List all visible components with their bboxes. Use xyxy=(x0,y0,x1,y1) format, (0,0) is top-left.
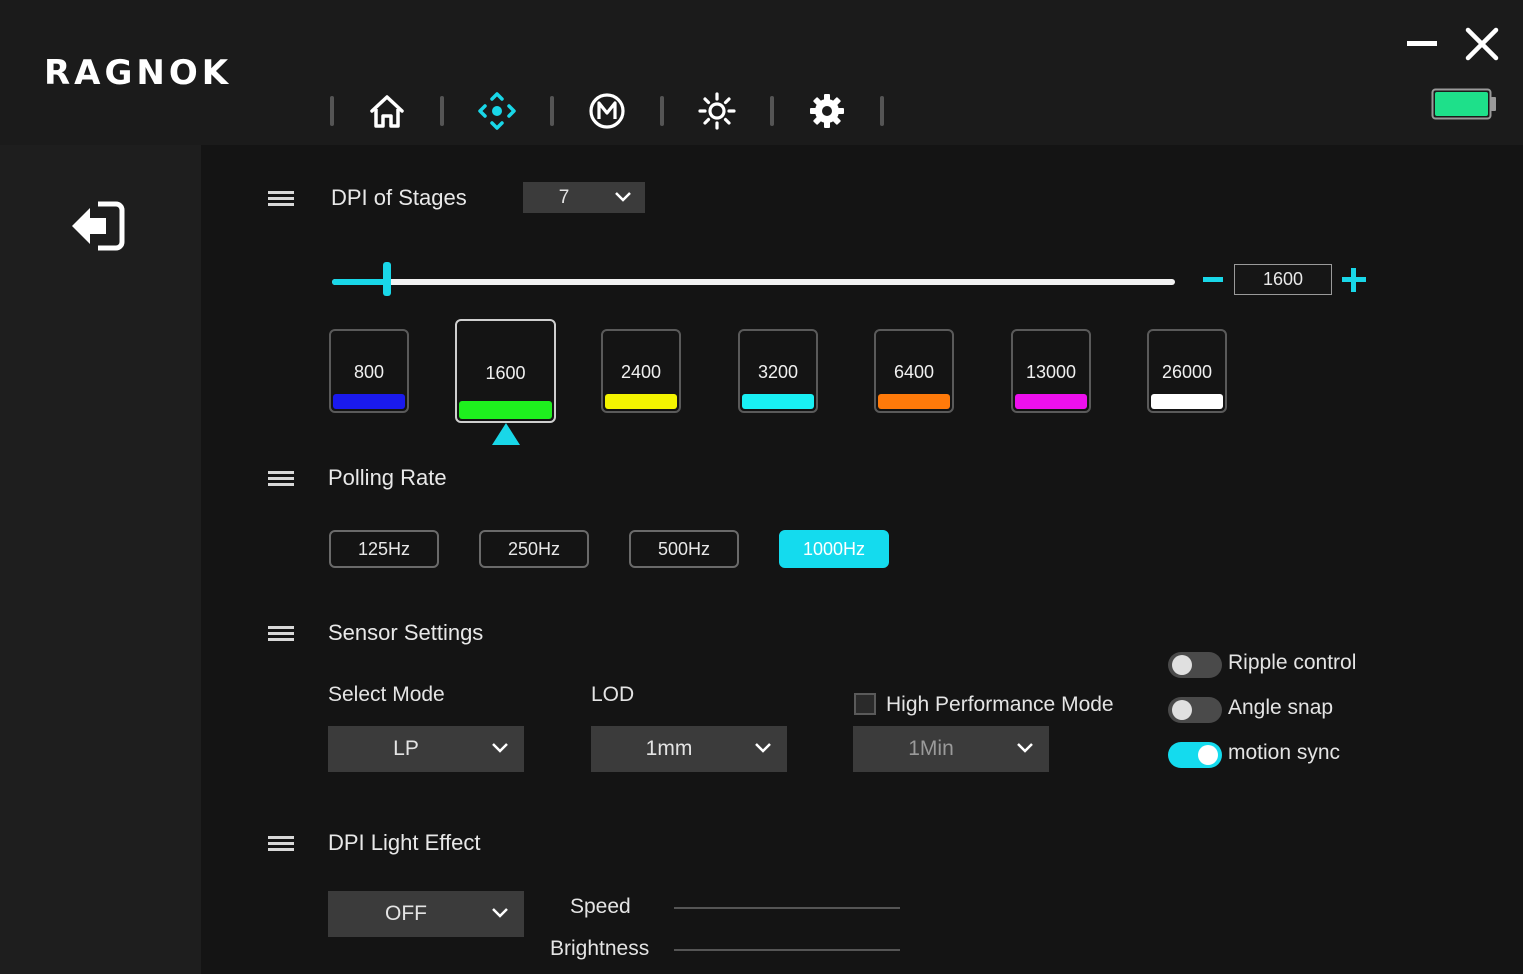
toggle-knob xyxy=(1172,655,1192,675)
nav-macro[interactable] xyxy=(554,88,660,134)
dpi-stage-value: 2400 xyxy=(620,362,662,382)
light-effect-dropdown[interactable]: OFF xyxy=(328,891,524,937)
lod-label: LOD xyxy=(591,683,635,706)
select-mode-dropdown[interactable]: LP xyxy=(328,726,524,772)
polling-rate-button[interactable]: 500Hz xyxy=(629,530,739,568)
toggle-switch[interactable] xyxy=(1168,742,1222,768)
high-performance-label: High Performance Mode xyxy=(886,693,1114,716)
close-icon xyxy=(1465,27,1499,61)
high-performance-checkbox[interactable] xyxy=(854,693,876,715)
dpi-stage-3200[interactable]: 3200 xyxy=(738,329,818,413)
polling-rate-button[interactable]: 1000Hz xyxy=(779,530,889,568)
dpi-stage-800[interactable]: 800 xyxy=(329,329,409,413)
chevron-down-icon xyxy=(1017,743,1033,753)
polling-rate-button[interactable]: 250Hz xyxy=(479,530,589,568)
selected-stage-marker xyxy=(492,423,520,445)
dpi-decrease-button[interactable] xyxy=(1203,277,1223,282)
dpi-slider[interactable] xyxy=(332,262,1175,296)
dpi-stage-value: 800 xyxy=(353,362,385,382)
app-logo: RAGNOK xyxy=(44,53,233,93)
dpi-stages-dropdown[interactable]: 7 xyxy=(523,182,645,213)
home-icon xyxy=(370,95,404,128)
brightness-slider[interactable] xyxy=(674,949,900,951)
light-sun-icon xyxy=(698,92,736,130)
dpi-stage-value: 13000 xyxy=(1025,362,1077,382)
nav-home[interactable] xyxy=(334,88,440,134)
dpi-stage-2400[interactable]: 2400 xyxy=(601,329,681,413)
high-performance-value: 1Min xyxy=(908,737,954,760)
minimize-button[interactable] xyxy=(1405,30,1439,58)
dpi-stage-color-bar xyxy=(878,394,950,409)
dpi-stage-color-bar xyxy=(1015,394,1087,409)
toggle-label: motion sync xyxy=(1228,741,1341,764)
back-exit-button[interactable] xyxy=(68,200,128,252)
top-nav xyxy=(330,88,884,134)
dpi-stage-color-bar xyxy=(333,394,405,409)
speed-label: Speed xyxy=(570,895,631,918)
dpi-stage-1600[interactable]: 1600 xyxy=(455,319,556,423)
chevron-down-icon xyxy=(615,191,631,202)
battery-level xyxy=(1435,92,1488,116)
list-icon xyxy=(268,626,294,646)
toggle-label: Angle snap xyxy=(1228,696,1334,719)
light-section-title: DPI Light Effect xyxy=(328,830,481,855)
close-button[interactable] xyxy=(1464,26,1500,62)
list-icon xyxy=(268,191,294,211)
polling-rate-button[interactable]: 125Hz xyxy=(329,530,439,568)
high-performance-dropdown[interactable]: 1Min xyxy=(853,726,1049,772)
dpi-slider-fill xyxy=(332,279,387,285)
dpi-increase-button[interactable] xyxy=(1342,268,1366,292)
light-effect-value: OFF xyxy=(385,902,427,925)
sensor-section-title: Sensor Settings xyxy=(328,620,484,645)
dpi-value-input[interactable] xyxy=(1234,264,1332,295)
nav-divider xyxy=(880,96,884,126)
main-panel: DPI of Stages 7 800 1600 2400 3200 6400 13000… xyxy=(201,145,1523,974)
dpi-stage-26000[interactable]: 26000 xyxy=(1147,329,1227,413)
nav-light[interactable] xyxy=(664,88,770,134)
select-mode-value: LP xyxy=(393,737,419,760)
sidebar xyxy=(0,145,201,974)
dpi-stage-value: 1600 xyxy=(485,363,526,383)
toggle-switch[interactable] xyxy=(1168,697,1222,723)
speed-slider[interactable] xyxy=(674,907,900,909)
dpi-stage-color-bar xyxy=(1151,394,1223,409)
dpi-stages-value: 7 xyxy=(558,186,570,208)
toggle-knob xyxy=(1172,700,1192,720)
dpi-crosshair-icon xyxy=(478,92,516,130)
dpi-stage-value: 26000 xyxy=(1161,362,1213,382)
dpi-stage-color-bar xyxy=(742,394,814,409)
lod-value: 1mm xyxy=(645,737,693,760)
battery-icon xyxy=(1431,88,1496,120)
list-icon xyxy=(268,836,294,856)
brightness-label: Brightness xyxy=(550,937,650,960)
dpi-section-title: DPI of Stages xyxy=(331,185,467,210)
settings-gear-icon xyxy=(810,94,844,128)
select-mode-label: Select Mode xyxy=(328,683,445,706)
list-icon xyxy=(268,471,294,491)
toggle-knob xyxy=(1198,745,1218,765)
dpi-stage-value: 6400 xyxy=(893,362,935,382)
chevron-down-icon xyxy=(755,743,771,753)
title-bar: RAGNOK xyxy=(0,0,1523,145)
chevron-down-icon xyxy=(492,743,508,753)
dpi-stage-13000[interactable]: 13000 xyxy=(1011,329,1091,413)
dpi-stage-6400[interactable]: 6400 xyxy=(874,329,954,413)
dpi-stage-color-bar xyxy=(605,394,677,409)
dpi-stage-color-bar xyxy=(459,401,552,419)
nav-dpi[interactable] xyxy=(444,88,550,134)
chevron-down-icon xyxy=(492,908,508,918)
lod-dropdown[interactable]: 1mm xyxy=(591,726,787,772)
nav-settings[interactable] xyxy=(774,88,880,134)
toggle-switch[interactable] xyxy=(1168,652,1222,678)
dpi-stage-value: 3200 xyxy=(757,362,799,382)
polling-section-title: Polling Rate xyxy=(328,465,447,490)
dpi-slider-thumb[interactable] xyxy=(383,262,391,296)
toggle-label: Ripple control xyxy=(1228,651,1357,674)
macro-m-icon xyxy=(589,93,625,129)
